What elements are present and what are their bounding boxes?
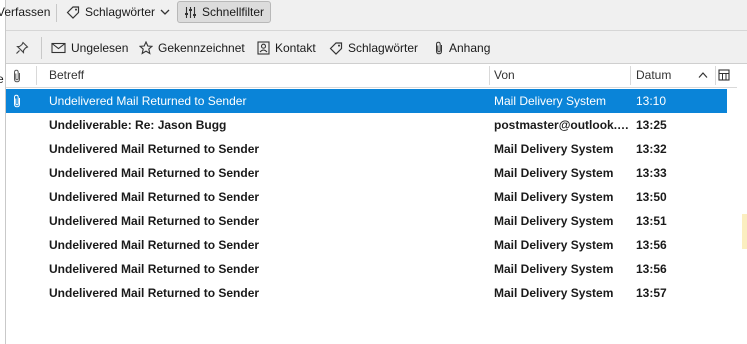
column-divider[interactable] <box>630 66 631 85</box>
message-row[interactable]: Undelivered Mail Returned to Sender Mail… <box>6 137 727 161</box>
column-picker-button[interactable] <box>718 64 734 87</box>
message-subject: Undelivered Mail Returned to Sender <box>49 142 260 156</box>
filter-tags-label: Schlagwörter <box>348 41 419 55</box>
quick-filter-button[interactable]: Schnellfilter <box>177 1 271 23</box>
attachment-cell <box>12 89 28 113</box>
column-header-subject[interactable]: Betreff <box>49 64 479 87</box>
message-from: Mail Delivery System <box>494 142 614 156</box>
message-date: 13:56 <box>636 238 667 252</box>
quick-filter-bar: Ungelesen Gekennzeichnet Kontakt Schlagw… <box>6 30 747 63</box>
message-from: Mail Delivery System <box>494 238 614 252</box>
quick-filter-separator <box>41 37 42 59</box>
column-header-date[interactable]: Datum <box>636 64 716 87</box>
paperclip-icon <box>434 41 444 55</box>
message-row[interactable]: Undelivered Mail Returned to Sender Mail… <box>6 281 727 305</box>
message-row[interactable]: Undelivered Mail Returned to Sender Mail… <box>6 89 727 113</box>
message-row[interactable]: Undelivered Mail Returned to Sender Mail… <box>6 233 727 257</box>
message-date: 13:10 <box>636 94 667 108</box>
message-row[interactable]: Undelivered Mail Returned to Sender Mail… <box>6 209 727 233</box>
message-from: Mail Delivery System <box>494 262 614 276</box>
sticky-filter-toggle[interactable] <box>15 38 29 58</box>
main-toolbar: Verfassen Schlagwörter Schnellfilter <box>0 0 747 26</box>
message-date: 13:32 <box>636 142 667 156</box>
sort-ascending-icon <box>698 71 708 79</box>
message-subject: Undelivered Mail Returned to Sender <box>49 286 260 300</box>
message-from: Mail Delivery System <box>494 94 607 108</box>
message-row[interactable]: Undelivered Mail Returned to Sender Mail… <box>6 257 727 281</box>
list-scrollbar[interactable] <box>737 64 747 344</box>
message-row[interactable]: Undelivered Mail Returned to Sender Mail… <box>6 185 727 209</box>
message-subject: Undelivered Mail Returned to Sender <box>49 94 247 108</box>
message-from: postmaster@outlook.com <box>494 118 630 132</box>
message-from: Mail Delivery System <box>494 190 614 204</box>
filter-contact-label: Kontakt <box>275 41 316 55</box>
column-header-subject-label: Betreff <box>49 68 85 82</box>
filter-unread-label: Ungelesen <box>71 41 129 55</box>
message-subject: Undelivered Mail Returned to Sender <box>49 166 260 180</box>
column-header-from[interactable]: Von <box>494 64 624 87</box>
message-row[interactable]: Undeliverable: Re: Jason Bugg postmaster… <box>6 113 727 137</box>
toolbar-separator <box>56 4 57 22</box>
filter-tags-button[interactable]: Schlagwörter <box>329 38 418 58</box>
star-icon <box>139 41 153 55</box>
message-date: 13:57 <box>636 286 667 300</box>
message-list: Betreff Von Datum Undelivered Mail Retur… <box>6 63 747 344</box>
message-row[interactable]: Undelivered Mail Returned to Sender Mail… <box>6 161 727 185</box>
filter-contact-button[interactable]: Kontakt <box>257 38 316 58</box>
tag-icon <box>329 41 343 55</box>
message-date: 13:25 <box>636 118 667 132</box>
pin-icon <box>15 41 29 55</box>
column-divider[interactable] <box>36 66 37 85</box>
column-header-date-label: Datum <box>636 68 672 82</box>
filter-sliders-icon <box>184 6 197 19</box>
message-subject: Undelivered Mail Returned to Sender <box>49 190 260 204</box>
message-subject: Undelivered Mail Returned to Sender <box>49 238 260 252</box>
column-divider[interactable] <box>715 66 716 85</box>
message-date: 13:50 <box>636 190 667 204</box>
chevron-down-icon <box>160 7 170 17</box>
message-subject: Undelivered Mail Returned to Sender <box>49 214 260 228</box>
filter-attachment-label: Anhang <box>449 41 491 55</box>
filter-starred-button[interactable]: Gekennzeichnet <box>139 38 245 58</box>
compose-button[interactable]: Verfassen <box>0 1 56 23</box>
tags-label: Schlagwörter <box>85 5 156 19</box>
column-divider[interactable] <box>489 66 490 85</box>
tag-icon <box>66 5 80 19</box>
envelope-icon <box>51 42 66 54</box>
paperclip-icon <box>12 69 22 83</box>
message-date: 13:56 <box>636 262 667 276</box>
message-date: 13:33 <box>636 166 667 180</box>
contact-card-icon <box>257 41 270 55</box>
paperclip-icon <box>12 94 22 108</box>
message-subject: Undeliverable: Re: Jason Bugg <box>49 118 227 132</box>
message-date: 13:51 <box>636 214 667 228</box>
column-header-attachment[interactable] <box>12 64 26 87</box>
column-picker-icon <box>718 69 730 81</box>
tags-button[interactable]: Schlagwörter <box>60 1 176 23</box>
side-marker <box>742 214 747 249</box>
column-header-row: Betreff Von Datum <box>6 64 747 88</box>
quick-filter-label: Schnellfilter <box>202 5 265 19</box>
column-header-from-label: Von <box>494 68 515 82</box>
message-subject: Undelivered Mail Returned to Sender <box>49 262 260 276</box>
filter-unread-button[interactable]: Ungelesen <box>51 38 128 58</box>
message-from: Mail Delivery System <box>494 286 614 300</box>
message-from: Mail Delivery System <box>494 214 614 228</box>
filter-starred-label: Gekennzeichnet <box>158 41 245 55</box>
compose-label: Verfassen <box>0 5 51 19</box>
message-from: Mail Delivery System <box>494 166 614 180</box>
filter-attachment-button[interactable]: Anhang <box>434 38 490 58</box>
left-pane-edge-text: e <box>0 72 4 86</box>
